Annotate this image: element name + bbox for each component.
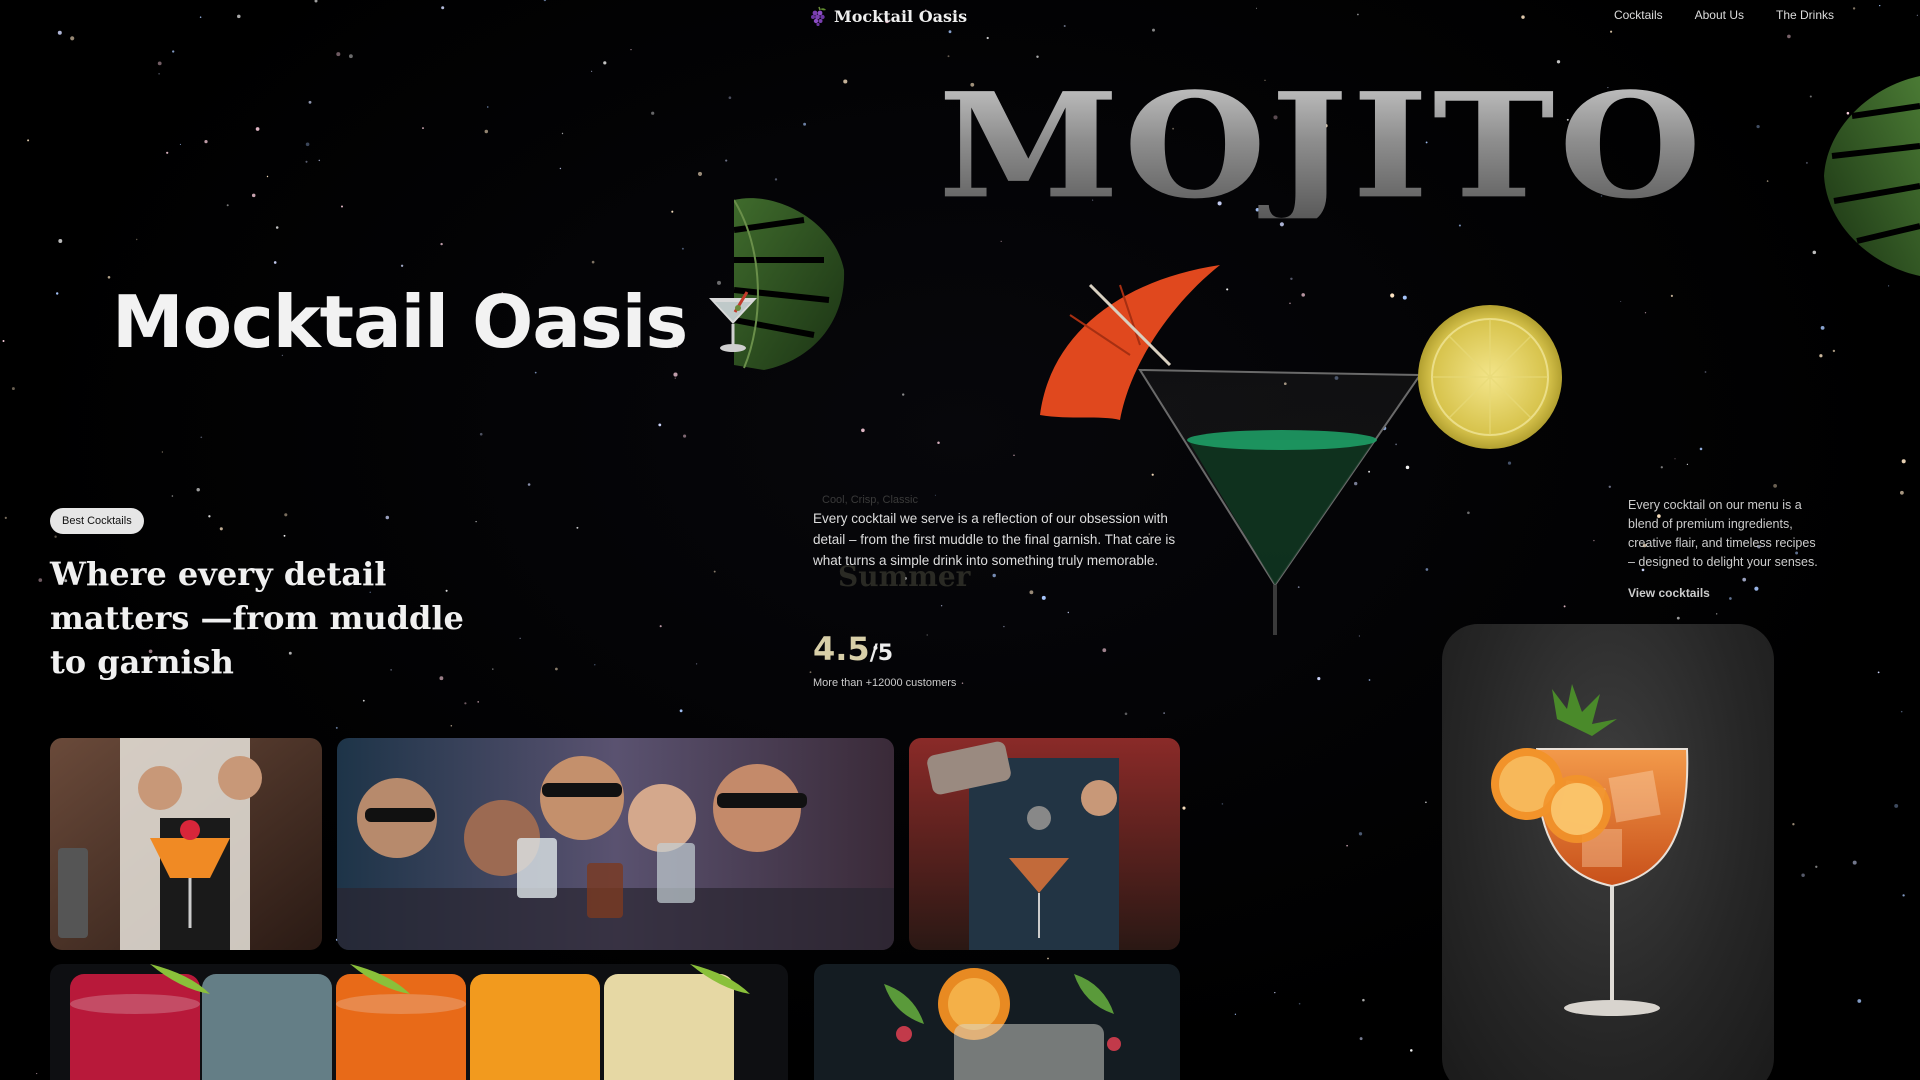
ghost-subtitle: Cool, Crisp, Classic [822, 494, 918, 506]
photo-bartender-garnish [50, 738, 322, 950]
mojito-glass-illustration [1040, 265, 1562, 635]
nav-link-the-drinks[interactable]: The Drinks [1776, 8, 1834, 22]
rating: 4.5/5 [813, 630, 893, 668]
photo-colorful-glasses [50, 964, 788, 1080]
section-tagline: Where every detail matters —from muddle … [50, 555, 464, 681]
brand-logo[interactable]: Mocktail Oasis [810, 4, 967, 28]
rating-value: 4.5 [813, 630, 870, 668]
feature-drink-title: MOJITO [938, 60, 1706, 231]
page: Mocktail Oasis Cocktails About Us The Dr… [0, 0, 1920, 1080]
photo-citrus-drinks [814, 964, 1180, 1080]
main-nav: Cocktails About Us The Drinks [1614, 8, 1834, 22]
photo-bartender-straining [909, 738, 1180, 950]
customer-count: More than +12000 customers [813, 677, 957, 689]
center-description: Every cocktail we serve is a reflection … [813, 511, 1176, 568]
hero-heading: Mocktail Oasis [112, 280, 761, 364]
grapes-icon [811, 6, 826, 26]
cocktail-glass-icon [709, 291, 758, 352]
rating-scale: /5 [869, 641, 894, 666]
monstera-leaf-right [1824, 76, 1920, 276]
nav-link-cocktails[interactable]: Cocktails [1614, 8, 1663, 22]
right-description: Every cocktail on our menu is a blend of… [1628, 498, 1818, 569]
view-cocktails-link[interactable]: View cocktails [1628, 586, 1710, 600]
aperol-spritz-illustration [1491, 684, 1689, 1016]
section-badge: Best Cocktails [50, 508, 144, 534]
featured-drink-card[interactable] [1442, 624, 1774, 1080]
hero-title: Mocktail Oasis [112, 280, 688, 364]
brand-name: Mocktail Oasis [834, 6, 968, 26]
photo-friends-toasting [337, 738, 894, 950]
nav-link-about-us[interactable]: About Us [1695, 8, 1744, 22]
